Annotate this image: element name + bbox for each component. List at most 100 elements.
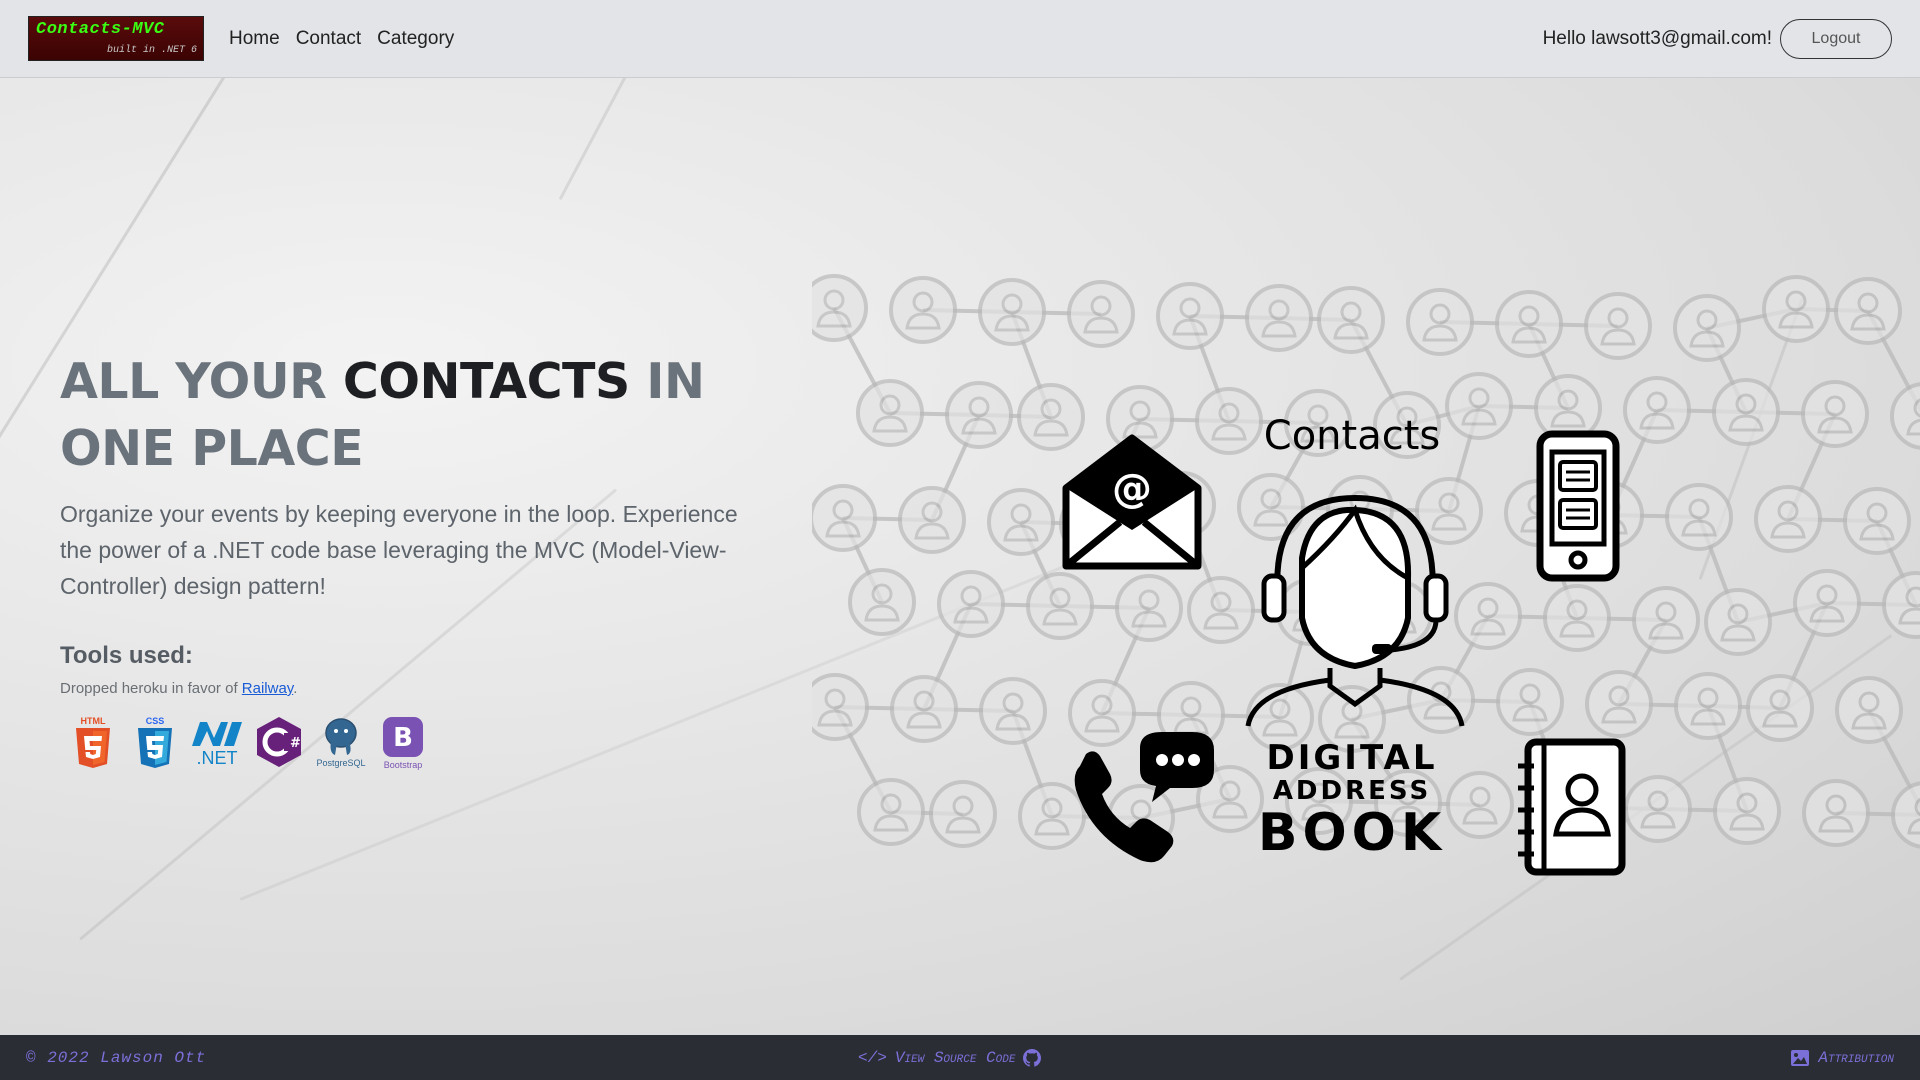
contact-node-icon xyxy=(1446,771,1514,839)
contact-node-icon xyxy=(1793,569,1861,637)
email-icon: @ xyxy=(1062,434,1202,570)
digital-label: DIGITAL xyxy=(1266,738,1438,778)
contact-node-icon xyxy=(1673,294,1741,362)
contact-node-icon xyxy=(1890,382,1920,450)
code-icon: </> xyxy=(858,1048,887,1067)
contact-node-icon xyxy=(1834,277,1902,345)
bootstrap-caption: Bootstrap xyxy=(383,759,423,770)
contact-node-icon xyxy=(1245,284,1313,352)
contact-node-icon xyxy=(1704,588,1772,656)
contact-node-icon xyxy=(1406,288,1474,356)
railway-link[interactable]: Railway xyxy=(242,680,293,697)
contact-node-icon xyxy=(1665,483,1733,551)
css3-icon: CSS xyxy=(128,713,182,771)
contact-node-icon xyxy=(857,778,925,846)
contact-node-icon xyxy=(1445,372,1513,440)
contact-node-icon xyxy=(1762,275,1830,343)
contact-node-icon xyxy=(945,381,1013,449)
html5-icon: HTML xyxy=(66,713,120,771)
github-icon xyxy=(1023,1048,1042,1067)
tools-note: Dropped heroku in favor of Railway. xyxy=(60,680,780,697)
nav-link-home[interactable]: Home xyxy=(229,28,280,50)
user-greeting: Hello lawsott3@gmail.com! xyxy=(1542,27,1772,49)
contact-node-icon xyxy=(848,568,916,636)
svg-text:@: @ xyxy=(1112,466,1152,512)
nav-links: Home Contact Category xyxy=(229,28,454,50)
postgresql-icon: PostgreSQL xyxy=(314,713,368,771)
tool-icons: HTML CSS .NET # PostgreSQL B Bootstrap xyxy=(66,713,780,771)
csharp-icon: # xyxy=(252,713,306,771)
book-label: BOOK xyxy=(1257,803,1447,863)
contact-node-icon xyxy=(1317,286,1385,354)
contact-node-icon xyxy=(1543,584,1611,652)
postgresql-caption: PostgreSQL xyxy=(316,757,366,768)
dotnet-caption: .NET xyxy=(196,747,238,768)
image-icon xyxy=(1791,1049,1810,1066)
brand-logo[interactable]: Contacts-MVC built in .NET 6 xyxy=(28,16,204,61)
contact-node-icon xyxy=(1584,292,1652,360)
contact-node-icon xyxy=(979,677,1047,745)
contact-node-icon xyxy=(1882,571,1920,639)
attribution-link[interactable]: Attribution xyxy=(1790,1049,1894,1067)
view-source-label: View Source Code xyxy=(894,1048,1016,1067)
footer: © 2022 Lawson Ott </> View Source Code A… xyxy=(0,1035,1920,1080)
dotnet-icon: .NET xyxy=(190,713,244,771)
brand-subtitle: built in .NET 6 xyxy=(106,45,197,56)
contact-node-icon xyxy=(1802,779,1870,847)
contact-node-icon xyxy=(812,274,868,342)
contact-node-icon xyxy=(1067,280,1135,348)
contact-node-icon xyxy=(1843,487,1911,555)
nav-link-contact[interactable]: Contact xyxy=(296,28,361,50)
attribution-label: Attribution xyxy=(1818,1048,1894,1067)
tools-note-suffix: . xyxy=(293,680,298,697)
tools-title: Tools used: xyxy=(60,642,193,669)
view-source-link[interactable]: </> View Source Code xyxy=(858,1048,1042,1067)
contact-node-icon xyxy=(812,484,877,552)
contact-node-icon xyxy=(1713,777,1781,845)
digital-address-book-title: DIGITAL ADDRESS BOOK xyxy=(1252,740,1452,860)
contact-node-icon xyxy=(812,673,869,741)
mobile-phone-icon xyxy=(1536,430,1620,582)
svg-text:#: # xyxy=(290,736,301,751)
logout-button[interactable]: Logout xyxy=(1780,18,1892,59)
contact-node-icon xyxy=(1674,672,1742,740)
css3-caption: CSS xyxy=(145,715,165,726)
contact-node-icon xyxy=(987,488,1055,556)
svg-text:B: B xyxy=(393,723,413,753)
footer-copyright: © 2022 Lawson Ott xyxy=(26,1048,207,1067)
hero-text: ALL YOUR CONTACTS IN ONE PLACE Organize … xyxy=(60,348,780,771)
address-book-icon xyxy=(1518,738,1626,876)
marble-vein xyxy=(558,78,759,201)
html5-caption: HTML xyxy=(80,715,106,726)
contact-node-icon xyxy=(978,278,1046,346)
hero-headline: ALL YOUR CONTACTS IN ONE PLACE xyxy=(60,348,780,482)
contact-node-icon xyxy=(898,486,966,554)
brand-title: Contacts-MVC xyxy=(36,20,165,39)
contact-node-icon xyxy=(1495,290,1563,358)
contact-node-icon xyxy=(1891,781,1920,849)
contacts-label: Contacts xyxy=(1263,413,1441,459)
contact-node-icon xyxy=(1835,676,1903,744)
contact-node-icon xyxy=(929,780,997,848)
hero-section: ALL YOUR CONTACTS IN ONE PLACE Organize … xyxy=(0,78,1920,1035)
headline-part-2: CONTACTS xyxy=(342,353,630,410)
contact-node-icon xyxy=(1746,674,1814,742)
hero-lead: Organize your events by keeping everyone… xyxy=(60,501,738,599)
address-label: ADDRESS xyxy=(1272,776,1432,806)
navbar: Contacts-MVC built in .NET 6 Home Contac… xyxy=(0,0,1920,78)
nav-user-area: Hello lawsott3@gmail.com! Logout xyxy=(1542,18,1892,59)
support-agent-icon xyxy=(1245,494,1465,727)
contact-node-icon xyxy=(1496,668,1564,736)
contact-node-icon xyxy=(1712,378,1780,446)
contact-node-icon xyxy=(1801,380,1869,448)
headline-part-1: ALL YOUR xyxy=(60,353,343,410)
contact-node-icon xyxy=(1623,376,1691,444)
bootstrap-icon: B Bootstrap xyxy=(376,713,430,771)
contact-node-icon xyxy=(889,276,957,344)
hero-illustration: @ Contacts DIGITAL ADDRESS BOOK xyxy=(812,248,1920,876)
nav-link-category[interactable]: Category xyxy=(377,28,454,50)
tools-note-prefix: Dropped heroku in favor of xyxy=(60,680,242,697)
contact-node-icon xyxy=(856,379,924,447)
contact-node-icon xyxy=(1585,670,1653,738)
contact-node-icon xyxy=(890,675,958,743)
